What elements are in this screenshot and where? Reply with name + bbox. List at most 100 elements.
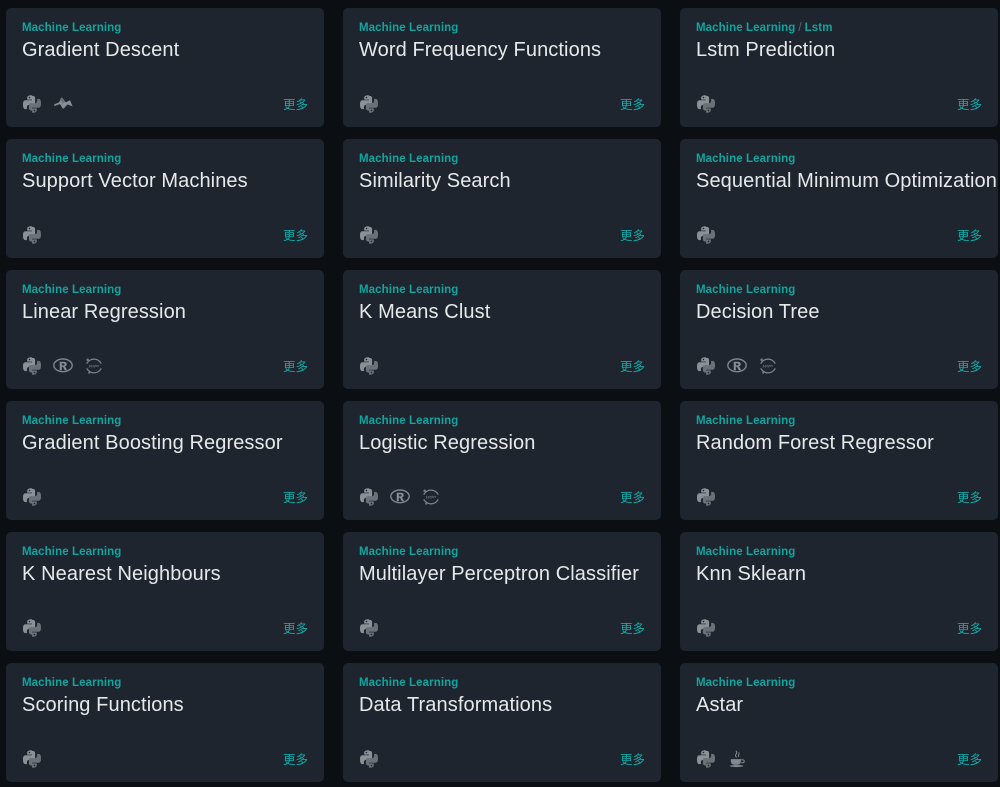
card-language-icons [22, 617, 42, 639]
more-link[interactable]: 更多 [620, 752, 645, 770]
more-link[interactable]: 更多 [283, 490, 308, 508]
breadcrumb-subcategory[interactable]: Lstm [805, 22, 833, 34]
breadcrumb-category[interactable]: Machine Learning [22, 153, 121, 165]
project-card[interactable]: Machine Learning Gradient Boosting Regres… [6, 401, 324, 520]
more-link[interactable]: 更多 [620, 490, 645, 508]
more-link[interactable]: 更多 [620, 359, 645, 377]
breadcrumb-category[interactable]: Machine Learning [22, 546, 121, 558]
card-footer: 更多 [696, 89, 982, 115]
breadcrumb-category[interactable]: Machine Learning [359, 153, 458, 165]
breadcrumb-category[interactable]: Machine Learning [22, 22, 121, 34]
card-title: Astar [696, 694, 744, 716]
project-card[interactable]: Machine Learning K Nearest Neighbours 更多 [6, 532, 324, 651]
card-title: Support Vector Machines [22, 170, 248, 192]
breadcrumb-category[interactable]: Machine Learning [359, 415, 458, 427]
project-card[interactable]: Machine Learning Similarity Search 更多 [343, 139, 661, 258]
project-card[interactable]: Machine Learning K Means Clust 更多 [343, 270, 661, 389]
card-language-icons [359, 355, 379, 377]
project-card[interactable]: Machine Learning Logistic Regression jupyt… [343, 401, 661, 520]
more-link[interactable]: 更多 [620, 621, 645, 639]
card-footer: 更多 [22, 613, 308, 639]
more-link[interactable]: 更多 [957, 97, 982, 115]
svg-text:jupyter: jupyter [88, 364, 100, 368]
python-icon [696, 749, 716, 769]
card-title: Data Transformations [359, 694, 553, 716]
breadcrumb-category[interactable]: Machine Learning [359, 22, 458, 34]
card-title: K Nearest Neighbours [22, 563, 221, 585]
breadcrumb-category[interactable]: Machine Learning [696, 22, 795, 34]
card-footer: 更多 [359, 613, 645, 639]
card-title: Multilayer Perceptron Classifier [359, 563, 639, 585]
card-language-icons [359, 748, 379, 770]
more-link[interactable]: 更多 [283, 97, 308, 115]
breadcrumb-category[interactable]: Machine Learning [22, 415, 121, 427]
project-card[interactable]: Machine Learning Multilayer Perceptron Cl… [343, 532, 661, 651]
breadcrumb-category[interactable]: Machine Learning [696, 546, 795, 558]
more-link[interactable]: 更多 [283, 621, 308, 639]
more-link[interactable]: 更多 [957, 359, 982, 377]
python-icon [696, 225, 716, 245]
breadcrumb-category[interactable]: Machine Learning [359, 546, 458, 558]
card-footer: jupyter 更多 [696, 351, 982, 377]
breadcrumb-category[interactable]: Machine Learning [696, 677, 795, 689]
card-title: Decision Tree [696, 301, 820, 323]
breadcrumb-category[interactable]: Machine Learning [696, 153, 795, 165]
python-icon [359, 356, 379, 376]
python-icon [359, 225, 379, 245]
project-card[interactable]: Machine Learning Random Forest Regressor 更… [680, 401, 998, 520]
python-icon [22, 225, 42, 245]
project-card[interactable]: Machine Learning Decision Tree jupyter 更多 [680, 270, 998, 389]
card-breadcrumb: Machine Learning [696, 676, 982, 690]
card-language-icons [22, 748, 42, 770]
card-language-icons [22, 93, 73, 115]
more-link[interactable]: 更多 [620, 228, 645, 246]
card-footer: 更多 [22, 744, 308, 770]
project-card[interactable]: Machine Learning Astar 更多 [680, 663, 998, 782]
card-breadcrumb: Machine Learning [696, 414, 982, 428]
project-card[interactable]: Machine Learning Knn Sklearn 更多 [680, 532, 998, 651]
project-card[interactable]: Machine Learning Scoring Functions 更多 [6, 663, 324, 782]
python-icon [696, 487, 716, 507]
python-icon [696, 94, 716, 114]
breadcrumb-category[interactable]: Machine Learning [359, 677, 458, 689]
card-language-icons: jupyter [22, 355, 104, 377]
breadcrumb-category[interactable]: Machine Learning [22, 284, 121, 296]
project-card[interactable]: Machine Learning Sequential Minimum Optim… [680, 139, 998, 258]
card-footer: 更多 [696, 613, 982, 639]
project-card[interactable]: Machine Learning Data Transformations 更多 [343, 663, 661, 782]
project-card[interactable]: Machine Learning / Lstm Lstm Prediction 更多 [680, 8, 998, 127]
card-title: K Means Clust [359, 301, 491, 323]
more-link[interactable]: 更多 [283, 228, 308, 246]
more-link[interactable]: 更多 [283, 752, 308, 770]
project-card[interactable]: Machine Learning Linear Regression jupyter… [6, 270, 324, 389]
more-link[interactable]: 更多 [957, 621, 982, 639]
card-title: Logistic Regression [359, 432, 536, 454]
more-link[interactable]: 更多 [957, 490, 982, 508]
card-title: Gradient Boosting Regressor [22, 432, 283, 454]
card-breadcrumb: Machine Learning [22, 414, 308, 428]
breadcrumb-category[interactable]: Machine Learning [22, 677, 121, 689]
more-link[interactable]: 更多 [283, 359, 308, 377]
card-language-icons: jupyter [696, 355, 778, 377]
card-language-icons: jupyter [359, 486, 441, 508]
card-footer: 更多 [22, 482, 308, 508]
python-icon [359, 618, 379, 638]
breadcrumb-category[interactable]: Machine Learning [359, 284, 458, 296]
more-link[interactable]: 更多 [957, 752, 982, 770]
more-link[interactable]: 更多 [957, 228, 982, 246]
project-card[interactable]: Machine Learning Gradient Descent 更多 [6, 8, 324, 127]
card-language-icons [22, 486, 42, 508]
more-link[interactable]: 更多 [620, 97, 645, 115]
card-footer: 更多 [359, 89, 645, 115]
breadcrumb-category[interactable]: Machine Learning [696, 284, 795, 296]
card-breadcrumb: Machine Learning [359, 283, 645, 297]
jupyter-icon: jupyter [758, 356, 778, 376]
python-icon [696, 356, 716, 376]
card-breadcrumb: Machine Learning [22, 676, 308, 690]
project-card[interactable]: Machine Learning Word Frequency Functions… [343, 8, 661, 127]
card-language-icons [359, 93, 379, 115]
python-icon [22, 618, 42, 638]
breadcrumb-category[interactable]: Machine Learning [696, 415, 795, 427]
project-card[interactable]: Machine Learning Support Vector Machines 更… [6, 139, 324, 258]
card-footer: 更多 [359, 351, 645, 377]
